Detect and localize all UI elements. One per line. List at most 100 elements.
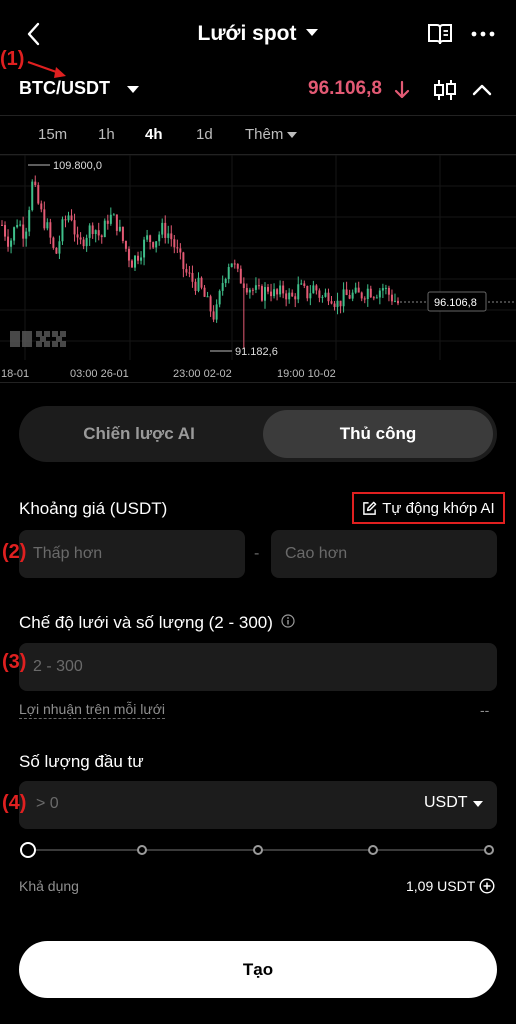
candle-body: [10, 240, 13, 247]
ai-auto-match-button[interactable]: Tự động khớp AI: [352, 492, 505, 524]
candle-body: [239, 268, 242, 284]
timeframe-1h[interactable]: 1h: [98, 126, 115, 143]
candle-body: [285, 293, 288, 300]
candle-body: [152, 242, 155, 248]
timeframe-more-dropdown-icon[interactable]: [287, 132, 297, 138]
collapse-chevron-up-icon[interactable]: [471, 80, 493, 100]
candle-body: [46, 222, 49, 229]
candle-body: [140, 257, 143, 261]
candle-body: [351, 292, 354, 299]
candle-body: [348, 294, 351, 299]
candle-body: [227, 267, 230, 280]
price-chart[interactable]: 109.800,0 91.182,6 96.106,8 18-01 03:00 …: [0, 155, 516, 383]
grid-mode-label: Chế độ lưới và số lượng (2 - 300): [19, 613, 273, 632]
annotation-3: (3): [2, 651, 27, 673]
plus-circle-icon[interactable]: [479, 878, 495, 894]
candle-body: [378, 290, 381, 298]
candle-body: [115, 214, 118, 231]
chart-grid: [0, 155, 516, 360]
candle-body: [345, 289, 348, 295]
candle-body: [91, 225, 94, 235]
candle-body: [212, 311, 215, 320]
available-label: Khả dụng: [19, 878, 79, 894]
candle-body: [215, 304, 218, 320]
grid-count-input[interactable]: 2 - 300: [19, 643, 497, 691]
candle-body: [279, 285, 282, 295]
timeframe-more[interactable]: Thêm: [245, 126, 283, 143]
slider-step-25[interactable]: [137, 845, 147, 855]
candle-body: [40, 203, 43, 210]
candle-body: [161, 222, 164, 235]
upper-price-placeholder: Cao hơn: [285, 545, 348, 562]
candle-body: [282, 285, 285, 294]
page-title-text: Lưới spot: [197, 22, 297, 45]
candle-body: [103, 220, 106, 238]
annotation-4: (4): [2, 792, 27, 814]
candle-body: [28, 210, 31, 232]
candle-body: [70, 215, 73, 221]
candle-body: [109, 214, 112, 224]
slider-step-50[interactable]: [253, 845, 263, 855]
currency-dropdown-icon[interactable]: [473, 801, 483, 807]
slider-step-100[interactable]: [484, 845, 494, 855]
candle-body: [369, 288, 372, 298]
candle-body: [363, 298, 366, 300]
price-down-arrow-icon: [394, 80, 410, 99]
candle-body: [13, 227, 16, 241]
candle-body: [236, 263, 239, 269]
high-price-label: 109.800,0: [53, 160, 102, 172]
candle-body: [206, 296, 209, 298]
pair-selector[interactable]: BTC/USDT: [19, 78, 110, 99]
candle-body: [218, 290, 221, 305]
tab-manual[interactable]: Thủ công: [263, 410, 493, 458]
candle-body: [197, 277, 200, 291]
timeframe-4h[interactable]: 4h: [145, 126, 163, 143]
info-icon[interactable]: [281, 614, 295, 628]
pair-dropdown-icon[interactable]: [127, 86, 139, 93]
candle-body: [381, 288, 384, 291]
candle-body: [37, 185, 40, 204]
timeframe-15m[interactable]: 15m: [38, 126, 67, 143]
candle-body: [333, 303, 336, 307]
candle-body: [309, 293, 312, 299]
candle-body: [100, 235, 103, 238]
candle-body: [366, 288, 369, 300]
candle-body: [137, 255, 140, 261]
candle-body: [73, 220, 76, 235]
candle-body: [143, 239, 146, 258]
candlestick-chart-icon[interactable]: [432, 79, 458, 101]
timeframe-1d[interactable]: 1d: [196, 126, 213, 143]
candle-body: [22, 224, 25, 239]
create-button[interactable]: Tạo: [19, 941, 497, 998]
candle-body: [375, 297, 378, 299]
lower-price-placeholder: Thấp hơn: [33, 545, 103, 562]
candle-body: [242, 283, 245, 289]
candle-body: [4, 225, 7, 237]
candle-body: [173, 239, 176, 248]
upper-price-input[interactable]: Cao hơn: [271, 530, 497, 578]
candle-body: [176, 247, 179, 249]
candle-body: [170, 233, 173, 240]
candle-body: [291, 292, 294, 297]
candle-body: [254, 285, 257, 290]
current-price-marker: 96.106,8: [400, 291, 516, 312]
candle-body: [297, 284, 300, 300]
edit-icon: [363, 501, 377, 515]
candle-body: [372, 297, 375, 299]
more-horizontal-icon[interactable]: [470, 22, 496, 46]
slider-step-75[interactable]: [368, 845, 378, 855]
candle-body: [327, 292, 330, 302]
candle-body: [318, 290, 321, 298]
candle-body: [303, 283, 306, 286]
candle-body: [67, 215, 70, 221]
investment-slider-thumb[interactable]: [20, 842, 36, 858]
candle-body: [19, 224, 22, 226]
candle-body: [273, 289, 276, 297]
currency-select[interactable]: USDT: [424, 794, 468, 812]
tab-ai-strategy[interactable]: Chiến lược AI: [19, 406, 259, 462]
candle-body: [330, 301, 333, 304]
book-icon[interactable]: [427, 22, 453, 46]
profit-per-grid-label[interactable]: Lợi nhuận trên mỗi lưới: [19, 701, 166, 719]
lower-price-input[interactable]: Thấp hơn: [19, 530, 245, 578]
divider: [0, 115, 516, 116]
